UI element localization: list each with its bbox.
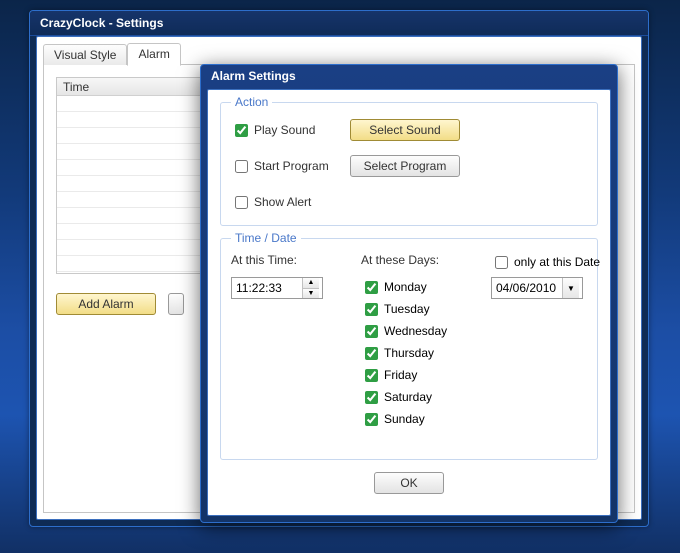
select-program-label: Select Program <box>364 159 447 173</box>
secondary-button-partial[interactable] <box>168 293 184 315</box>
label-friday: Friday <box>384 368 417 382</box>
label-monday: Monday <box>384 280 427 294</box>
ok-label: OK <box>400 476 417 490</box>
day-row-thursday: Thursday <box>361 343 491 363</box>
alarm-settings-title: Alarm Settings <box>211 69 296 83</box>
time-spin-up[interactable]: ▲ <box>303 278 319 289</box>
date-input[interactable] <box>492 278 562 298</box>
label-sunday: Sunday <box>384 412 425 426</box>
checkbox-only-date[interactable] <box>495 256 508 269</box>
at-time-label: At this Time: <box>231 253 361 271</box>
alarm-settings-client: Action Play Sound Select Sound Start Pro… <box>207 89 611 516</box>
time-spin-down[interactable]: ▼ <box>303 289 319 299</box>
col-at-days: At these Days: Monday Tuesday <box>361 253 491 431</box>
checkbox-thursday[interactable] <box>365 347 378 360</box>
checkbox-sunday[interactable] <box>365 413 378 426</box>
day-row-saturday: Saturday <box>361 387 491 407</box>
date-dropdown-button[interactable]: ▼ <box>562 278 579 298</box>
checkbox-show-alert[interactable] <box>235 196 248 209</box>
label-saturday: Saturday <box>384 390 432 404</box>
col-at-time: At this Time: ▲ ▼ <box>231 253 361 431</box>
select-sound-label: Select Sound <box>369 123 440 137</box>
day-row-friday: Friday <box>361 365 491 385</box>
group-action: Action Play Sound Select Sound Start Pro… <box>220 102 598 226</box>
label-start-program: Start Program <box>254 159 350 173</box>
col-only-date: only at this Date ▼ <box>491 253 621 431</box>
day-row-tuesday: Tuesday <box>361 299 491 319</box>
checkbox-play-sound[interactable] <box>235 124 248 137</box>
label-play-sound: Play Sound <box>254 123 350 137</box>
tab-visual-style[interactable]: Visual Style <box>43 44 127 66</box>
settings-title: CrazyClock - Settings <box>40 16 163 30</box>
ok-button[interactable]: OK <box>374 472 444 494</box>
add-alarm-button[interactable]: Add Alarm <box>56 293 156 315</box>
checkbox-monday[interactable] <box>365 281 378 294</box>
checkbox-start-program[interactable] <box>235 160 248 173</box>
date-picker[interactable]: ▼ <box>491 277 583 299</box>
label-thursday: Thursday <box>384 346 434 360</box>
select-program-button[interactable]: Select Program <box>350 155 460 177</box>
settings-titlebar[interactable]: CrazyClock - Settings <box>30 11 648 36</box>
time-spinner[interactable]: ▲ ▼ <box>231 277 323 299</box>
tabstrip: Visual Style Alarm <box>43 43 635 65</box>
at-days-label: At these Days: <box>361 253 491 271</box>
time-input[interactable] <box>232 278 302 298</box>
day-row-monday: Monday <box>361 277 491 297</box>
alarm-settings-titlebar[interactable]: Alarm Settings <box>201 65 617 89</box>
checkbox-wednesday[interactable] <box>365 325 378 338</box>
checkbox-tuesday[interactable] <box>365 303 378 316</box>
day-row-wednesday: Wednesday <box>361 321 491 341</box>
group-action-legend: Action <box>231 95 272 109</box>
select-sound-button[interactable]: Select Sound <box>350 119 460 141</box>
label-wednesday: Wednesday <box>384 324 447 338</box>
checkbox-friday[interactable] <box>365 369 378 382</box>
day-row-sunday: Sunday <box>361 409 491 429</box>
tab-alarm[interactable]: Alarm <box>127 43 180 66</box>
label-show-alert: Show Alert <box>254 195 311 209</box>
time-spin-buttons: ▲ ▼ <box>302 278 319 298</box>
group-timedate: Time / Date At this Time: ▲ ▼ <box>220 238 598 460</box>
add-alarm-label: Add Alarm <box>78 297 133 311</box>
label-tuesday: Tuesday <box>384 302 430 316</box>
label-only-date: only at this Date <box>514 255 600 269</box>
tab-alarm-label: Alarm <box>138 47 169 61</box>
alarm-settings-window: Alarm Settings Action Play Sound Select … <box>200 64 618 523</box>
day-list: Monday Tuesday Wednesday <box>361 277 491 431</box>
tab-visual-style-label: Visual Style <box>54 48 116 62</box>
chevron-down-icon: ▼ <box>567 284 575 293</box>
checkbox-saturday[interactable] <box>365 391 378 404</box>
group-timedate-legend: Time / Date <box>231 231 301 245</box>
